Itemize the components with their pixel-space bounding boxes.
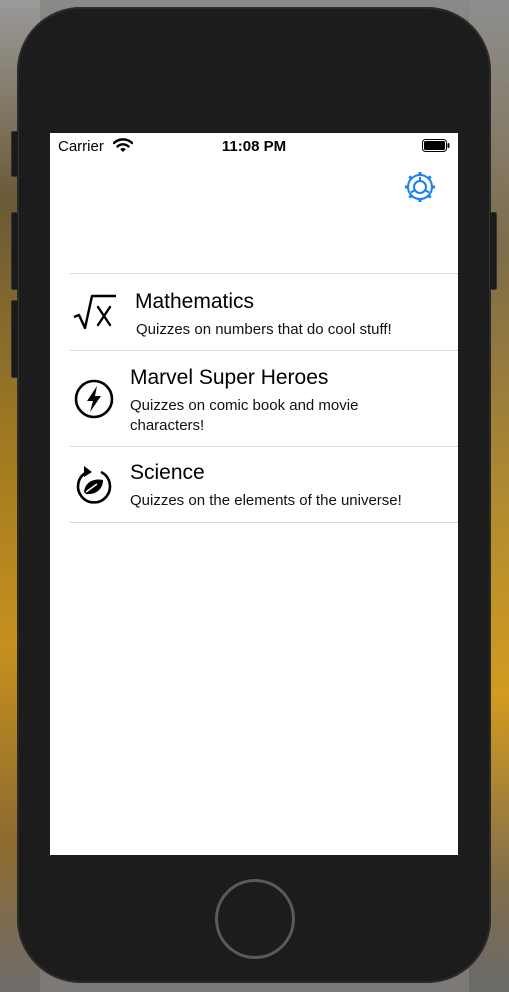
topic-row-marvel-super-heroes[interactable]: Marvel Super Heroes Quizzes on comic boo…	[70, 351, 458, 447]
app-screen: Carrier 11:08 PM Mathematics Quizzes on …	[50, 133, 458, 855]
topic-list: Mathematics Quizzes on numbers that do c…	[70, 273, 458, 523]
lightning-bolt-icon	[74, 379, 114, 419]
settings-button[interactable]	[403, 170, 437, 204]
topic-title: Mathematics	[135, 290, 255, 313]
leaf-cycle-icon	[76, 466, 112, 504]
gear-icon	[405, 172, 435, 202]
topic-row-science[interactable]: Science Quizzes on the elements of the u…	[70, 447, 458, 523]
topic-title: Marvel Super Heroes	[130, 366, 329, 389]
status-time: 11:08 PM	[221, 138, 287, 155]
power-button	[489, 212, 497, 290]
volume-down-button	[11, 300, 19, 378]
home-button[interactable]	[215, 879, 295, 959]
battery-icon	[422, 139, 450, 152]
topic-description: Quizzes on comic book and movie characte…	[130, 397, 359, 434]
square-root-icon	[73, 294, 116, 330]
topic-description: Quizzes on the elements of the universe!	[130, 492, 402, 509]
topic-row-mathematics[interactable]: Mathematics Quizzes on numbers that do c…	[70, 274, 458, 351]
topic-title: Science	[130, 461, 205, 484]
status-bar: Carrier 11:08 PM	[50, 133, 458, 159]
mute-switch	[11, 131, 19, 177]
volume-up-button	[11, 212, 19, 290]
topic-description: Quizzes on numbers that do cool stuff!	[136, 321, 392, 338]
